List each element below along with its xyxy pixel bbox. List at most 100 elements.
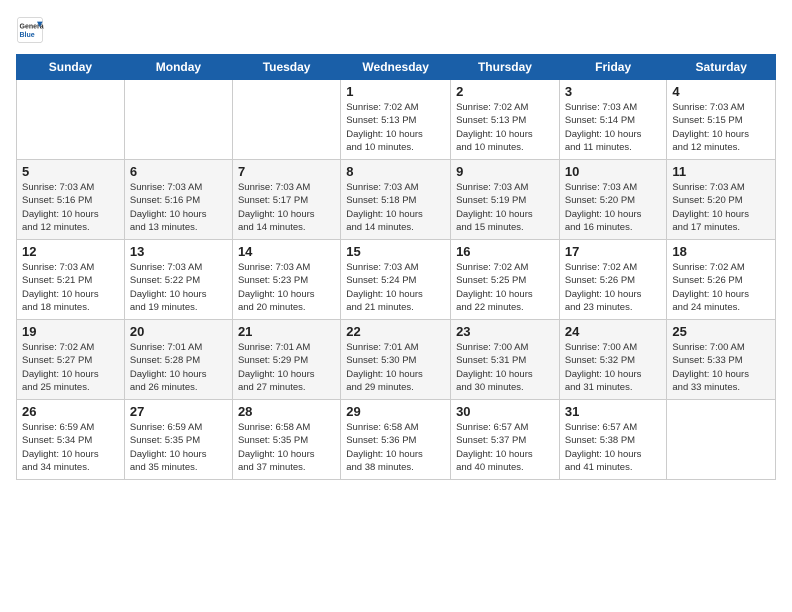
calendar-day-31: 31Sunrise: 6:57 AM Sunset: 5:38 PM Dayli… [559, 400, 667, 480]
day-info: Sunrise: 6:58 AM Sunset: 5:36 PM Dayligh… [346, 421, 445, 474]
day-number: 28 [238, 404, 335, 419]
day-number: 10 [565, 164, 662, 179]
day-info: Sunrise: 7:00 AM Sunset: 5:32 PM Dayligh… [565, 341, 662, 394]
calendar-day-25: 25Sunrise: 7:00 AM Sunset: 5:33 PM Dayli… [667, 320, 776, 400]
day-info: Sunrise: 7:01 AM Sunset: 5:28 PM Dayligh… [130, 341, 227, 394]
day-info: Sunrise: 6:58 AM Sunset: 5:35 PM Dayligh… [238, 421, 335, 474]
day-info: Sunrise: 7:03 AM Sunset: 5:22 PM Dayligh… [130, 261, 227, 314]
day-info: Sunrise: 7:03 AM Sunset: 5:21 PM Dayligh… [22, 261, 119, 314]
calendar-day-1: 1 Sunrise: 7:02 AM Sunset: 5:13 PM Daylig… [341, 80, 451, 160]
calendar-day-6: 6 Sunrise: 7:03 AM Sunset: 5:16 PM Daylig… [124, 160, 232, 240]
calendar-week-row: 12 Sunrise: 7:03 AM Sunset: 5:21 PM Dayli… [17, 240, 776, 320]
day-info: Sunrise: 7:01 AM Sunset: 5:30 PM Dayligh… [346, 341, 445, 394]
calendar-day-22: 22 Sunrise: 7:01 AM Sunset: 5:30 PM Dayli… [341, 320, 451, 400]
day-info: Sunrise: 7:03 AM Sunset: 5:16 PM Dayligh… [130, 181, 227, 234]
calendar-day-24: 24Sunrise: 7:00 AM Sunset: 5:32 PM Dayli… [559, 320, 667, 400]
day-number: 8 [346, 164, 445, 179]
calendar-day-20: 20 Sunrise: 7:01 AM Sunset: 5:28 PM Dayli… [124, 320, 232, 400]
day-number: 9 [456, 164, 554, 179]
day-number: 30 [456, 404, 554, 419]
day-info: Sunrise: 7:00 AM Sunset: 5:31 PM Dayligh… [456, 341, 554, 394]
empty-day-cell [17, 80, 125, 160]
day-number: 23 [456, 324, 554, 339]
calendar-day-16: 16 Sunrise: 7:02 AM Sunset: 5:25 PM Dayli… [451, 240, 560, 320]
day-number: 4 [672, 84, 770, 99]
page-container: General Blue SundayMondayTuesdayWednesda… [0, 0, 792, 612]
day-number: 21 [238, 324, 335, 339]
day-number: 26 [22, 404, 119, 419]
day-header-sunday: Sunday [17, 55, 125, 80]
calendar-day-10: 10 Sunrise: 7:03 AM Sunset: 5:20 PM Dayli… [559, 160, 667, 240]
day-info: Sunrise: 7:03 AM Sunset: 5:20 PM Dayligh… [672, 181, 770, 234]
calendar-day-2: 2Sunrise: 7:02 AM Sunset: 5:13 PM Daylig… [451, 80, 560, 160]
calendar-day-3: 3 Sunrise: 7:03 AM Sunset: 5:14 PM Daylig… [559, 80, 667, 160]
calendar-header-row: SundayMondayTuesdayWednesdayThursdayFrid… [17, 55, 776, 80]
day-number: 15 [346, 244, 445, 259]
empty-day-cell [124, 80, 232, 160]
day-header-friday: Friday [559, 55, 667, 80]
calendar-week-row: 5 Sunrise: 7:03 AM Sunset: 5:16 PM Daylig… [17, 160, 776, 240]
day-number: 3 [565, 84, 662, 99]
calendar-day-15: 15 Sunrise: 7:03 AM Sunset: 5:24 PM Dayli… [341, 240, 451, 320]
day-number: 19 [22, 324, 119, 339]
day-info: Sunrise: 7:03 AM Sunset: 5:23 PM Dayligh… [238, 261, 335, 314]
calendar-week-row: 26 Sunrise: 6:59 AM Sunset: 5:34 PM Dayli… [17, 400, 776, 480]
day-info: Sunrise: 7:00 AM Sunset: 5:33 PM Dayligh… [672, 341, 770, 394]
day-info: Sunrise: 7:03 AM Sunset: 5:15 PM Dayligh… [672, 101, 770, 154]
calendar-day-17: 17 Sunrise: 7:02 AM Sunset: 5:26 PM Dayli… [559, 240, 667, 320]
day-number: 31 [565, 404, 662, 419]
day-number: 16 [456, 244, 554, 259]
day-info: Sunrise: 7:03 AM Sunset: 5:20 PM Dayligh… [565, 181, 662, 234]
day-info: Sunrise: 7:02 AM Sunset: 5:26 PM Dayligh… [565, 261, 662, 314]
day-info: Sunrise: 7:03 AM Sunset: 5:19 PM Dayligh… [456, 181, 554, 234]
day-info: Sunrise: 7:03 AM Sunset: 5:14 PM Dayligh… [565, 101, 662, 154]
day-number: 14 [238, 244, 335, 259]
calendar-day-18: 18 Sunrise: 7:02 AM Sunset: 5:26 PM Dayli… [667, 240, 776, 320]
calendar-week-row: 1 Sunrise: 7:02 AM Sunset: 5:13 PM Daylig… [17, 80, 776, 160]
day-number: 13 [130, 244, 227, 259]
calendar-day-8: 8Sunrise: 7:03 AM Sunset: 5:18 PM Daylig… [341, 160, 451, 240]
calendar-day-21: 21 Sunrise: 7:01 AM Sunset: 5:29 PM Dayli… [232, 320, 340, 400]
calendar-day-29: 29Sunrise: 6:58 AM Sunset: 5:36 PM Dayli… [341, 400, 451, 480]
day-number: 11 [672, 164, 770, 179]
day-number: 20 [130, 324, 227, 339]
logo-icon: General Blue [16, 16, 44, 44]
day-number: 12 [22, 244, 119, 259]
day-header-tuesday: Tuesday [232, 55, 340, 80]
day-number: 2 [456, 84, 554, 99]
calendar-day-30: 30 Sunrise: 6:57 AM Sunset: 5:37 PM Dayli… [451, 400, 560, 480]
calendar-day-26: 26 Sunrise: 6:59 AM Sunset: 5:34 PM Dayli… [17, 400, 125, 480]
day-header-wednesday: Wednesday [341, 55, 451, 80]
day-info: Sunrise: 7:02 AM Sunset: 5:13 PM Dayligh… [346, 101, 445, 154]
day-header-monday: Monday [124, 55, 232, 80]
day-info: Sunrise: 7:02 AM Sunset: 5:25 PM Dayligh… [456, 261, 554, 314]
day-number: 5 [22, 164, 119, 179]
calendar-day-12: 12 Sunrise: 7:03 AM Sunset: 5:21 PM Dayli… [17, 240, 125, 320]
day-number: 27 [130, 404, 227, 419]
day-header-saturday: Saturday [667, 55, 776, 80]
svg-text:Blue: Blue [20, 32, 35, 39]
day-number: 17 [565, 244, 662, 259]
day-info: Sunrise: 6:57 AM Sunset: 5:37 PM Dayligh… [456, 421, 554, 474]
day-info: Sunrise: 7:03 AM Sunset: 5:17 PM Dayligh… [238, 181, 335, 234]
calendar-day-11: 11 Sunrise: 7:03 AM Sunset: 5:20 PM Dayli… [667, 160, 776, 240]
day-number: 18 [672, 244, 770, 259]
calendar-day-5: 5 Sunrise: 7:03 AM Sunset: 5:16 PM Daylig… [17, 160, 125, 240]
calendar-day-23: 23 Sunrise: 7:00 AM Sunset: 5:31 PM Dayli… [451, 320, 560, 400]
day-info: Sunrise: 7:02 AM Sunset: 5:26 PM Dayligh… [672, 261, 770, 314]
header: General Blue [16, 16, 776, 44]
day-info: Sunrise: 7:03 AM Sunset: 5:24 PM Dayligh… [346, 261, 445, 314]
calendar-day-13: 13 Sunrise: 7:03 AM Sunset: 5:22 PM Dayli… [124, 240, 232, 320]
day-info: Sunrise: 7:03 AM Sunset: 5:16 PM Dayligh… [22, 181, 119, 234]
day-info: Sunrise: 7:01 AM Sunset: 5:29 PM Dayligh… [238, 341, 335, 394]
calendar-day-7: 7Sunrise: 7:03 AM Sunset: 5:17 PM Daylig… [232, 160, 340, 240]
empty-day-cell [232, 80, 340, 160]
day-info: Sunrise: 6:59 AM Sunset: 5:34 PM Dayligh… [22, 421, 119, 474]
empty-day-cell [667, 400, 776, 480]
day-number: 22 [346, 324, 445, 339]
day-info: Sunrise: 6:59 AM Sunset: 5:35 PM Dayligh… [130, 421, 227, 474]
day-info: Sunrise: 7:02 AM Sunset: 5:27 PM Dayligh… [22, 341, 119, 394]
day-number: 1 [346, 84, 445, 99]
logo: General Blue [16, 16, 48, 44]
day-number: 6 [130, 164, 227, 179]
